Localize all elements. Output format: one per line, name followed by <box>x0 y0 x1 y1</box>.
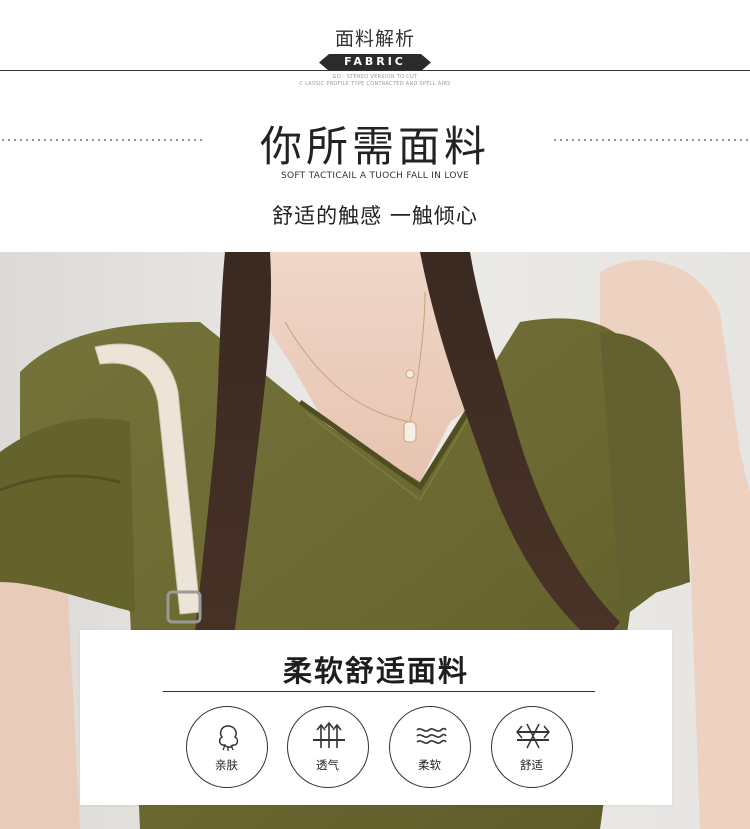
micro-caption-1: GO · STEREO VERSION TO CUT <box>332 74 418 80</box>
feature-label: 亲肤 <box>215 758 238 772</box>
cotton-boll-icon <box>218 725 239 751</box>
feature-skin-friendly: 亲肤 <box>186 706 268 788</box>
micro-caption-2: C LASSIC PROFILE TYPE CONTRACTED AND SPE… <box>299 81 451 87</box>
headline-subtitle-cn: 舒适的触感 一触倾心 <box>272 204 478 228</box>
feature-label: 柔软 <box>418 758 441 772</box>
fabric-badge: FABRIC <box>319 54 431 71</box>
feature-card-title: 柔软舒适面料 <box>282 654 469 688</box>
feature-label: 透气 <box>316 758 339 772</box>
soft-waves-icon <box>416 727 447 744</box>
headline-title: 你所需面料 <box>259 122 490 171</box>
feature-breathable: 透气 <box>287 706 369 788</box>
feature-card-divider <box>163 691 595 692</box>
breathable-arrows-icon <box>313 721 345 748</box>
feature-label: 舒适 <box>520 758 543 772</box>
feature-comfortable: 舒适 <box>491 706 573 788</box>
stretch-arrows-icon <box>516 723 550 749</box>
feature-soft: 柔软 <box>389 706 471 788</box>
feature-card: 柔软舒适面料 亲肤 透气 柔软 舒适 <box>80 630 672 805</box>
fabric-badge-label: FABRIC <box>344 55 406 68</box>
section-title: 面料解析 <box>334 28 415 50</box>
headline-subtitle-en: SOFT TACTICAIL A TUOCH FALL IN LOVE <box>280 171 470 181</box>
